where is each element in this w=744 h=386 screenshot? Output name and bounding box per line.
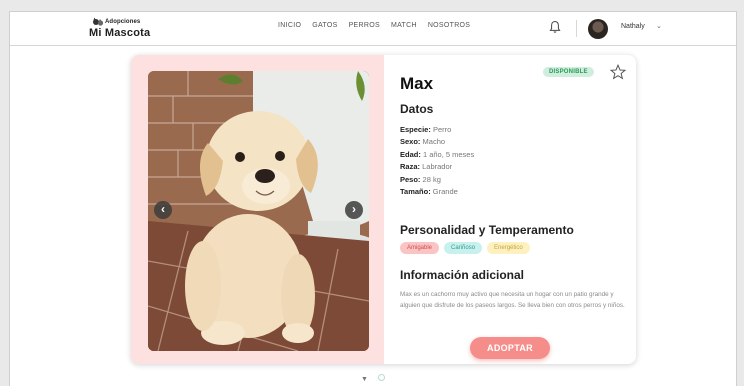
- pet-photo: ‹ ›: [148, 71, 369, 351]
- fact-label: Peso:: [400, 174, 421, 184]
- nav-link-inicio[interactable]: INICIO: [278, 22, 301, 29]
- header-divider: [576, 20, 577, 37]
- pet-photo-panel: ‹ ›: [131, 55, 384, 364]
- fact-value: Labrador: [422, 162, 453, 172]
- top-header: Adopciones Mi Mascota INICIO GATOS PERRO…: [10, 12, 736, 46]
- nav-link-perros[interactable]: PERROS: [349, 22, 380, 29]
- star-icon[interactable]: [610, 64, 626, 80]
- nav-link-gatos[interactable]: GATOS: [312, 22, 337, 29]
- fact-label: Especie:: [400, 125, 431, 134]
- fact-peso: Peso: 28 kg: [400, 174, 474, 186]
- fact-tamano: Tamaño: Grande: [400, 186, 474, 198]
- page: Adopciones Mi Mascota INICIO GATOS PERRO…: [9, 11, 737, 386]
- fact-label: Raza:: [400, 162, 421, 172]
- fact-value: Perro: [432, 125, 452, 134]
- info-text: Max es un cachorro muy activo que necesi…: [400, 291, 625, 309]
- fact-value: Macho: [422, 137, 446, 147]
- fact-label: Tamaño:: [400, 187, 431, 197]
- fact-label: Edad:: [400, 149, 421, 159]
- fact-edad: Edad: 1 año, 5 meses: [400, 149, 474, 161]
- personality-title: Personalidad y Temperamento: [400, 223, 574, 237]
- pet-card: ‹ › Max DISPONIBLE Datos Especie: Perro …: [131, 55, 636, 364]
- chevron-left-icon: ‹: [161, 202, 165, 216]
- tag-energetico: Energético: [487, 242, 530, 254]
- chevron-down-icon[interactable]: ⌄: [656, 22, 662, 30]
- labrador-puppy-image: [148, 71, 369, 351]
- tag-amigable: Amigable: [400, 242, 440, 254]
- personality-tags: Amigable Cariñoso Energético: [400, 242, 530, 254]
- scroll-down-icon[interactable]: ▼: [361, 376, 368, 383]
- chevron-right-icon: ›: [352, 202, 356, 216]
- fact-sexo: Sexo: Macho: [400, 136, 474, 148]
- pets-logo-icon: [93, 17, 104, 26]
- user-avatar[interactable]: [588, 19, 608, 39]
- fact-value: 28 kg: [422, 174, 441, 184]
- bell-icon[interactable]: [549, 20, 561, 34]
- info-title: Información adicional: [400, 268, 525, 282]
- nav-link-nosotros[interactable]: NOSOTROS: [428, 22, 470, 29]
- carousel-prev-button[interactable]: ‹: [154, 201, 172, 219]
- pagination: ▼: [10, 374, 736, 383]
- fact-raza: Raza: Labrador: [400, 161, 474, 173]
- fact-label: Sexo:: [400, 137, 421, 147]
- pet-facts: Especie: Perro Sexo: Macho Edad: 1 año, …: [400, 124, 474, 198]
- fact-especie: Especie: Perro: [400, 124, 474, 136]
- status-badge: DISPONIBLE: [543, 67, 594, 77]
- nav-link-match[interactable]: MATCH: [391, 22, 417, 29]
- logo-bottom-text: Mi Mascota: [89, 27, 151, 39]
- fact-value: Grande: [432, 187, 458, 197]
- carousel-next-button[interactable]: ›: [345, 201, 363, 219]
- adopt-button[interactable]: ADOPTAR: [470, 337, 550, 359]
- main-nav: INICIO GATOS PERROS MATCH NOSOTROS: [278, 22, 481, 29]
- tag-carinoso: Cariñoso: [444, 242, 483, 254]
- user-name[interactable]: Nathaly: [621, 23, 645, 30]
- datos-title: Datos: [400, 102, 434, 116]
- pet-name: Max: [400, 74, 434, 93]
- logo-top-text: Adopciones: [105, 19, 141, 25]
- pagination-dot[interactable]: [377, 374, 385, 381]
- brand-logo[interactable]: Adopciones Mi Mascota: [89, 17, 159, 41]
- fact-value: 1 año, 5 meses: [422, 149, 475, 159]
- pet-details-panel: Max DISPONIBLE Datos Especie: Perro Sexo…: [384, 55, 636, 364]
